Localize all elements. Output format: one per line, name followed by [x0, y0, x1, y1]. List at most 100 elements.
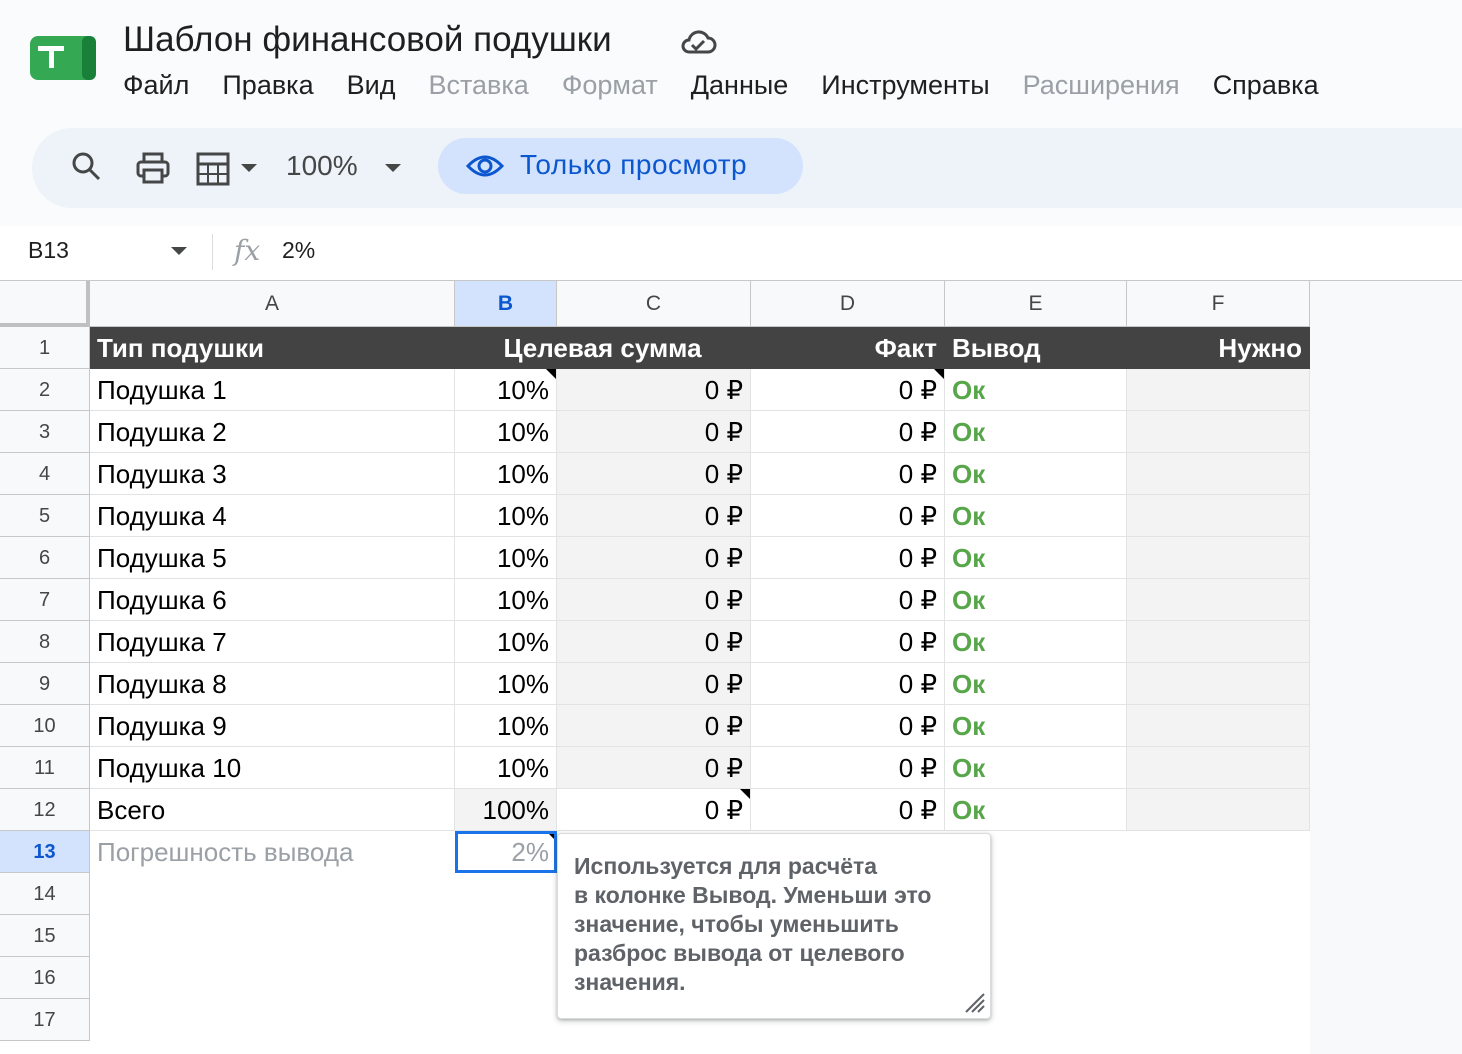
- column-header-d[interactable]: D: [751, 281, 945, 327]
- grid-view-icon[interactable]: [196, 152, 230, 186]
- cell-f13[interactable]: [1127, 831, 1310, 873]
- cell-a6[interactable]: Подушка 5: [90, 537, 455, 579]
- menu-tools[interactable]: Инструменты: [821, 70, 989, 108]
- row-header-14[interactable]: 14: [0, 873, 90, 915]
- cell-c5[interactable]: 0 ₽: [557, 495, 751, 537]
- column-header-b[interactable]: B: [455, 281, 557, 327]
- cell-a8[interactable]: Подушка 7: [90, 621, 455, 663]
- cell-e4[interactable]: Ок: [945, 453, 1127, 495]
- cell-f11[interactable]: [1127, 747, 1310, 789]
- cell-e5[interactable]: Ок: [945, 495, 1127, 537]
- cell-e9[interactable]: Ок: [945, 663, 1127, 705]
- zoom-select[interactable]: 100%: [286, 150, 358, 182]
- cell-b5[interactable]: 10%: [455, 495, 557, 537]
- row-header-15[interactable]: 15: [0, 915, 90, 957]
- cell-f9[interactable]: [1127, 663, 1310, 705]
- cell-d8[interactable]: 0 ₽: [751, 621, 945, 663]
- row-header-10[interactable]: 10: [0, 705, 90, 747]
- menu-help[interactable]: Справка: [1213, 70, 1319, 108]
- cell-f12[interactable]: [1127, 789, 1310, 831]
- cell-b2[interactable]: 10%: [455, 369, 557, 411]
- cell-c6[interactable]: 0 ₽: [557, 537, 751, 579]
- cell-d10[interactable]: 0 ₽: [751, 705, 945, 747]
- cell-e1[interactable]: Вывод: [945, 327, 1127, 369]
- cell-c3[interactable]: 0 ₽: [557, 411, 751, 453]
- column-header-f[interactable]: F: [1127, 281, 1310, 327]
- formula-input[interactable]: 2%: [282, 237, 315, 264]
- cell-c9[interactable]: 0 ₽: [557, 663, 751, 705]
- cell-b11[interactable]: 10%: [455, 747, 557, 789]
- cell-a2[interactable]: Подушка 1: [90, 369, 455, 411]
- menu-file[interactable]: Файл: [123, 70, 189, 108]
- row-header-9[interactable]: 9: [0, 663, 90, 705]
- google-sheets-logo[interactable]: [30, 34, 98, 82]
- cell-a7[interactable]: Подушка 6: [90, 579, 455, 621]
- cell-c8[interactable]: 0 ₽: [557, 621, 751, 663]
- cell-d12[interactable]: 0 ₽: [751, 789, 945, 831]
- row-header-7[interactable]: 7: [0, 579, 90, 621]
- cell-f2[interactable]: [1127, 369, 1310, 411]
- cell-e2[interactable]: Ок: [945, 369, 1127, 411]
- cell-d2[interactable]: 0 ₽: [751, 369, 945, 411]
- cell-c2[interactable]: 0 ₽: [557, 369, 751, 411]
- row-header-5[interactable]: 5: [0, 495, 90, 537]
- row-header-16[interactable]: 16: [0, 957, 90, 999]
- cell-d1[interactable]: Факт: [751, 327, 945, 369]
- cell-a9[interactable]: Подушка 8: [90, 663, 455, 705]
- row-header-12[interactable]: 12: [0, 789, 90, 831]
- cell-f7[interactable]: [1127, 579, 1310, 621]
- cell-f3[interactable]: [1127, 411, 1310, 453]
- cell-f5[interactable]: [1127, 495, 1310, 537]
- row-header-1[interactable]: 1: [0, 327, 90, 369]
- column-header-c[interactable]: C: [557, 281, 751, 327]
- row-header-17[interactable]: 17: [0, 999, 90, 1041]
- cell-c11[interactable]: 0 ₽: [557, 747, 751, 789]
- cell-e10[interactable]: Ок: [945, 705, 1127, 747]
- cell-d7[interactable]: 0 ₽: [751, 579, 945, 621]
- menu-insert[interactable]: Вставка: [428, 70, 528, 108]
- cell-e11[interactable]: Ок: [945, 747, 1127, 789]
- cell-c10[interactable]: 0 ₽: [557, 705, 751, 747]
- cell-d6[interactable]: 0 ₽: [751, 537, 945, 579]
- cell-d9[interactable]: 0 ₽: [751, 663, 945, 705]
- cell-b10[interactable]: 10%: [455, 705, 557, 747]
- cell-c4[interactable]: 0 ₽: [557, 453, 751, 495]
- cell-b8[interactable]: 10%: [455, 621, 557, 663]
- menu-format[interactable]: Формат: [562, 70, 658, 108]
- cell-e8[interactable]: Ок: [945, 621, 1127, 663]
- cell-a11[interactable]: Подушка 10: [90, 747, 455, 789]
- cell-a1[interactable]: Тип подушки: [90, 327, 455, 369]
- cell-b6[interactable]: 10%: [455, 537, 557, 579]
- cell-f8[interactable]: [1127, 621, 1310, 663]
- cell-d4[interactable]: 0 ₽: [751, 453, 945, 495]
- cell-f10[interactable]: [1127, 705, 1310, 747]
- cell-f1[interactable]: Нужно: [1127, 327, 1310, 369]
- cell-b1[interactable]: Целевая сумма: [455, 327, 751, 369]
- cell-b12[interactable]: 100%: [455, 789, 557, 831]
- cell-b7[interactable]: 10%: [455, 579, 557, 621]
- row-header-2[interactable]: 2: [0, 369, 90, 411]
- row-header-8[interactable]: 8: [0, 621, 90, 663]
- resize-grip-icon[interactable]: [962, 990, 986, 1014]
- search-icon[interactable]: [70, 150, 102, 182]
- cell-a3[interactable]: Подушка 2: [90, 411, 455, 453]
- cell-a13[interactable]: Погрешность вывода: [90, 831, 455, 873]
- cell-a10[interactable]: Подушка 9: [90, 705, 455, 747]
- cell-a12[interactable]: Всего: [90, 789, 455, 831]
- cell-d5[interactable]: 0 ₽: [751, 495, 945, 537]
- row-header-3[interactable]: 3: [0, 411, 90, 453]
- column-header-a[interactable]: A: [90, 281, 455, 327]
- cell-b4[interactable]: 10%: [455, 453, 557, 495]
- cell-a5[interactable]: Подушка 4: [90, 495, 455, 537]
- cell-a4[interactable]: Подушка 3: [90, 453, 455, 495]
- menu-view[interactable]: Вид: [347, 70, 396, 108]
- cell-f6[interactable]: [1127, 537, 1310, 579]
- cell-e6[interactable]: Ок: [945, 537, 1127, 579]
- cell-b3[interactable]: 10%: [455, 411, 557, 453]
- cell-c7[interactable]: 0 ₽: [557, 579, 751, 621]
- column-header-e[interactable]: E: [945, 281, 1127, 327]
- row-header-4[interactable]: 4: [0, 453, 90, 495]
- row-header-6[interactable]: 6: [0, 537, 90, 579]
- menu-extensions[interactable]: Расширения: [1023, 70, 1180, 108]
- document-title[interactable]: Шаблон финансовой подушки: [123, 20, 612, 60]
